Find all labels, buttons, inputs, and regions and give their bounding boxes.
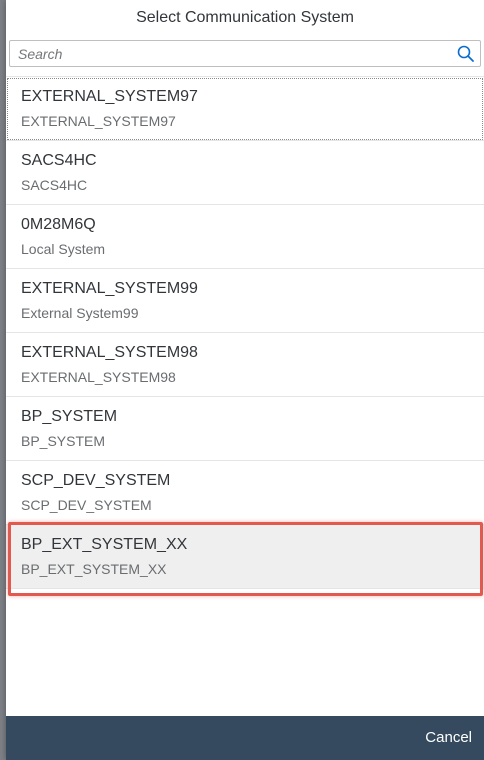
dialog-title: Select Communication System [136, 9, 354, 26]
system-list: EXTERNAL_SYSTEM97 EXTERNAL_SYSTEM97 SACS… [6, 77, 484, 589]
list-item[interactable]: 0M28M6Q Local System [6, 205, 484, 269]
search-input[interactable] [18, 44, 448, 63]
system-description: SCP_DEV_SYSTEM [21, 497, 152, 513]
system-id: SACS4HC [21, 152, 97, 169]
list-item[interactable]: EXTERNAL_SYSTEM99 External System99 [6, 269, 484, 333]
list-item[interactable]: BP_SYSTEM BP_SYSTEM [6, 397, 484, 461]
system-description: Local System [21, 241, 106, 257]
list-item-selected[interactable]: BP_EXT_SYSTEM_XX BP_EXT_SYSTEM_XX [6, 525, 484, 589]
system-description: BP_SYSTEM [21, 433, 106, 449]
cancel-button[interactable]: Cancel [425, 726, 472, 750]
system-id: BP_EXT_SYSTEM_XX [21, 536, 188, 553]
system-id: EXTERNAL_SYSTEM97 [21, 88, 198, 105]
list-item[interactable]: SACS4HC SACS4HC [6, 141, 484, 205]
list-item[interactable]: EXTERNAL_SYSTEM98 EXTERNAL_SYSTEM98 [6, 333, 484, 397]
system-id: EXTERNAL_SYSTEM99 [21, 280, 198, 297]
system-description: SACS4HC [21, 177, 88, 193]
system-description: EXTERNAL_SYSTEM97 [21, 113, 176, 129]
system-id: 0M28M6Q [21, 216, 96, 233]
list-item[interactable]: SCP_DEV_SYSTEM SCP_DEV_SYSTEM [6, 461, 484, 525]
list-item[interactable]: EXTERNAL_SYSTEM97 EXTERNAL_SYSTEM97 [6, 77, 484, 141]
system-id: SCP_DEV_SYSTEM [21, 472, 171, 489]
system-id: EXTERNAL_SYSTEM98 [21, 344, 198, 361]
search-icon[interactable] [456, 44, 476, 64]
system-description: BP_EXT_SYSTEM_XX [21, 561, 167, 577]
dialog-footer: Cancel [6, 716, 484, 760]
search-field[interactable] [9, 40, 481, 67]
select-communication-system-dialog: Select Communication System EXTERNAL_SYS… [6, 0, 484, 760]
system-id: BP_SYSTEM [21, 408, 118, 425]
system-description: External System99 [21, 305, 139, 321]
system-description: EXTERNAL_SYSTEM98 [21, 369, 176, 385]
